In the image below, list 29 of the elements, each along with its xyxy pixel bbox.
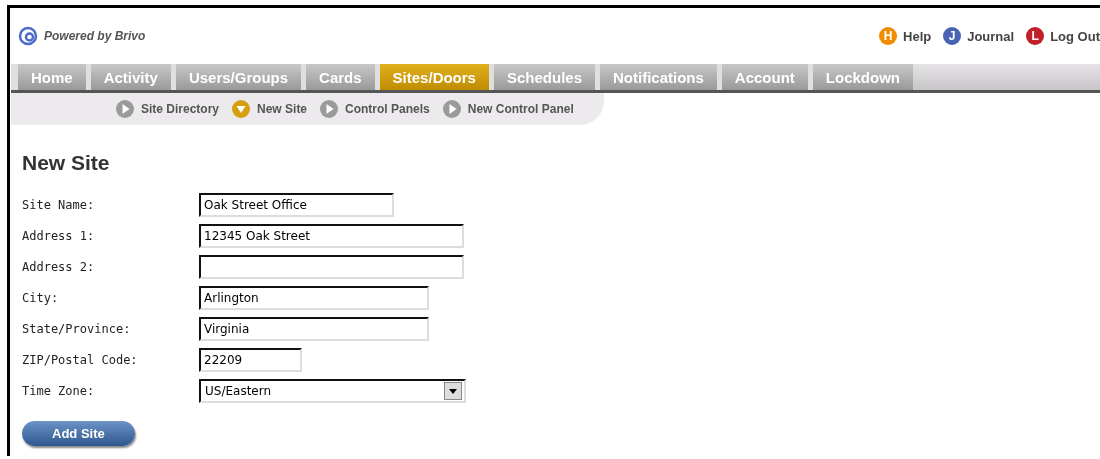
add-site-button[interactable]: Add Site [22, 421, 135, 446]
field-label: Time Zone: [22, 384, 95, 398]
header-link[interactable]: H Help [879, 27, 932, 45]
subnav-link[interactable]: New Control Panel [467, 102, 574, 116]
field-label: ZIP/Postal Code: [22, 353, 138, 367]
field-label: State/Province: [22, 322, 131, 336]
letter-badge-icon: H [879, 27, 898, 45]
field-label: Address 1: [22, 229, 95, 243]
text-field[interactable] [199, 255, 464, 279]
letter-badge-icon: L [1026, 27, 1045, 45]
text-field[interactable]: 12345 Oak Street [199, 224, 464, 248]
logo-icon [18, 26, 38, 46]
text-field[interactable]: Oak Street Office [199, 193, 394, 217]
text-field[interactable]: Virginia [199, 317, 429, 341]
field-label: City: [22, 291, 59, 305]
subnav-link[interactable]: Site Directory [141, 102, 220, 116]
letter-badge-icon: J [943, 27, 962, 45]
field-label: Site Name: [22, 198, 95, 212]
page-heading: New Site [22, 151, 111, 175]
select-field[interactable]: US/Eastern [199, 379, 466, 403]
field-label: Address 2: [22, 260, 95, 274]
subnav-link[interactable]: Control Panels [345, 102, 430, 116]
header-link[interactable]: L Log Out [1026, 27, 1100, 45]
text-field[interactable]: Arlington [199, 286, 429, 310]
caret-icon [449, 388, 457, 394]
subnav-link[interactable]: New Site [257, 102, 308, 116]
header-link[interactable]: J Journal [943, 27, 1015, 45]
text-field[interactable]: 22209 [199, 348, 302, 372]
brand-name: Powered by Brivo [44, 29, 146, 43]
